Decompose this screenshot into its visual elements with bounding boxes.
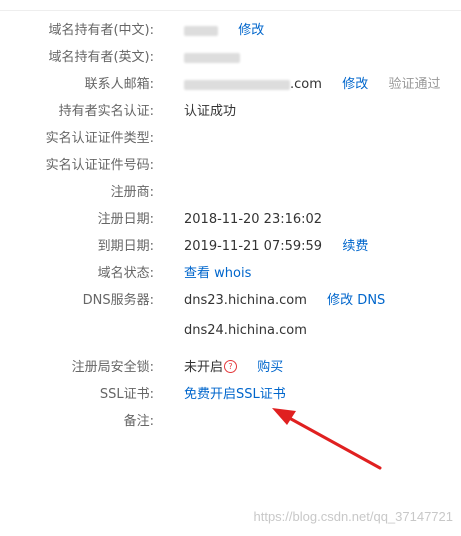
registrar-row: 注册商:: [0, 182, 461, 204]
reg-date-label: 注册日期:: [97, 212, 154, 227]
verification-label: 持有者实名认证:: [58, 104, 154, 119]
holder-en-label: 域名持有者(英文):: [48, 50, 154, 65]
enable-ssl-link[interactable]: 免费开启SSL证书: [184, 384, 286, 406]
expire-date-label: 到期日期:: [97, 239, 154, 254]
registry-lock-label: 注册局安全锁:: [71, 360, 154, 375]
cert-type-label: 实名认证证件类型:: [45, 131, 154, 146]
edit-dns-link[interactable]: 修改 DNS: [327, 293, 385, 308]
renew-link[interactable]: 续费: [342, 239, 368, 254]
email-verified-status: 验证通过: [388, 77, 441, 92]
registry-lock-value: 未开启? 购买: [184, 357, 283, 379]
cert-number-label: 实名认证证件号码:: [45, 158, 154, 173]
dns-value: dns23.hichina.com 修改 DNS: [184, 290, 385, 312]
redacted-holder-en: [184, 52, 240, 63]
registry-lock-row: 注册局安全锁: 未开启? 购买: [0, 357, 461, 379]
verification-row: 持有者实名认证: 认证成功: [0, 101, 461, 123]
expire-date-row: 到期日期: 2019-11-21 07:59:59 续费: [0, 236, 461, 258]
question-circle-icon[interactable]: ?: [224, 360, 238, 373]
ssl-label: SSL证书:: [99, 387, 154, 402]
holder-cn-row: 域名持有者(中文): 修改: [0, 20, 461, 42]
dns-row-2: dns24.hichina.com: [0, 320, 461, 342]
edit-email-link[interactable]: 修改: [342, 77, 368, 92]
redacted-email: [184, 79, 290, 90]
holder-en-value: [184, 47, 240, 69]
reg-date-row: 注册日期: 2018-11-20 23:16:02: [0, 209, 461, 231]
cert-type-row: 实名认证证件类型:: [0, 128, 461, 150]
buy-lock-link[interactable]: 购买: [257, 360, 283, 375]
domain-status-label: 域名状态:: [97, 266, 154, 281]
holder-cn-label: 域名持有者(中文):: [48, 23, 154, 38]
verification-value: 认证成功: [184, 104, 237, 119]
dns-server-2: dns24.hichina.com: [184, 323, 307, 338]
watermark: https://blog.csdn.net/qq_37147721: [253, 509, 454, 524]
redacted-holder-cn: [184, 25, 218, 36]
domain-status-row: 域名状态: 查看 whois: [0, 263, 461, 285]
dns-server-1: dns23.hichina.com: [184, 293, 307, 308]
reg-date-value: 2018-11-20 23:16:02: [184, 212, 323, 227]
view-whois-link[interactable]: 查看 whois: [184, 263, 251, 285]
dns-row: DNS服务器: dns23.hichina.com 修改 DNS: [0, 290, 461, 312]
email-row: 联系人邮箱: .com 修改 验证通过: [0, 74, 461, 96]
cert-number-row: 实名认证证件号码:: [0, 155, 461, 177]
holder-en-row: 域名持有者(英文):: [0, 47, 461, 69]
email-suffix: .com: [290, 77, 322, 92]
expire-date-value: 2019-11-21 07:59:59 续费: [184, 236, 368, 258]
dns-label: DNS服务器:: [82, 293, 154, 308]
email-value: .com 修改 验证通过: [184, 74, 441, 96]
ssl-row: SSL证书: 免费开启SSL证书: [0, 384, 461, 406]
note-row: 备注:: [0, 411, 461, 433]
note-label: 备注:: [123, 414, 154, 429]
email-label: 联系人邮箱:: [84, 77, 154, 92]
top-divider: [0, 10, 461, 11]
holder-cn-value: 修改: [184, 20, 264, 42]
domain-info-page: 域名持有者(中文): 修改 域名持有者(英文): 联系人邮箱: .com 修改 …: [0, 0, 461, 536]
edit-holder-cn-link[interactable]: 修改: [238, 23, 264, 38]
expire-date-text: 2019-11-21 07:59:59: [184, 239, 323, 254]
registrar-label: 注册商:: [110, 185, 154, 200]
registry-lock-status: 未开启: [184, 360, 224, 375]
